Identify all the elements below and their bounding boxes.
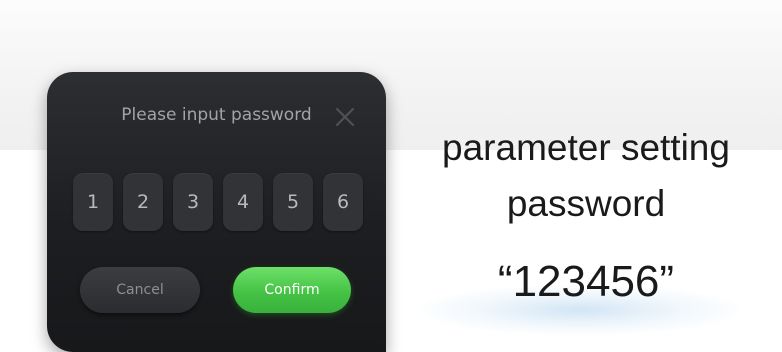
password-digit-2[interactable]: 2 xyxy=(123,173,163,231)
caption-title-line-2: password xyxy=(506,183,666,224)
password-digit-6[interactable]: 6 xyxy=(323,173,363,231)
password-digit-1[interactable]: 1 xyxy=(73,173,113,231)
close-icon[interactable] xyxy=(335,107,355,127)
caption-title-line-1: parameter setting xyxy=(442,127,730,168)
password-digit-3[interactable]: 3 xyxy=(173,173,213,231)
cancel-button[interactable]: Cancel xyxy=(80,267,200,313)
confirm-button[interactable]: Confirm xyxy=(233,267,351,313)
caption-password-value: “123456” xyxy=(497,257,675,306)
password-digit-4[interactable]: 4 xyxy=(223,173,263,231)
password-digit-5[interactable]: 5 xyxy=(273,173,313,231)
password-dialog: Please input password 1 2 3 4 5 6 Cancel… xyxy=(47,72,386,352)
